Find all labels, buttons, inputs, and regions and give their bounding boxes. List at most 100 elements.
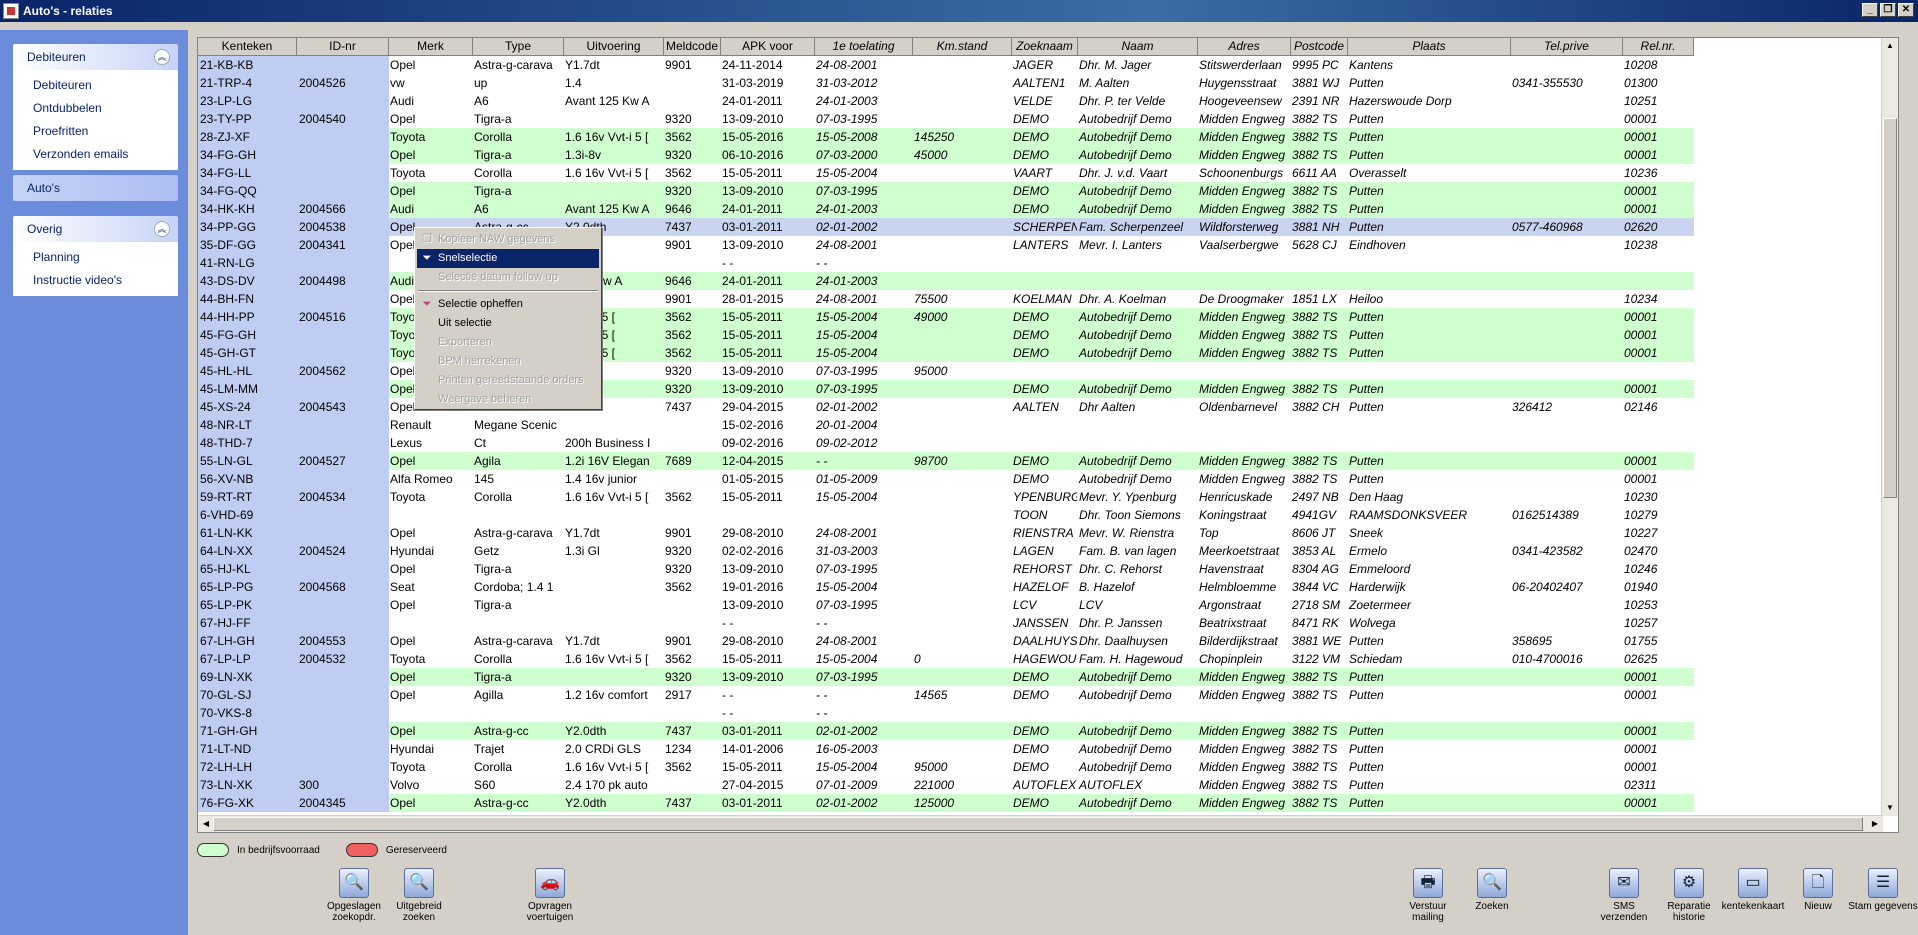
table-cell[interactable]: Y1.7dt [564, 56, 664, 74]
table-cell[interactable]: LANTERS [1012, 236, 1078, 254]
table-cell[interactable]: 3562 [664, 758, 721, 776]
table-cell[interactable] [913, 488, 1012, 506]
table-cell[interactable]: Opel [389, 452, 473, 470]
table-cell[interactable]: 2.0 CRDi GLS [564, 740, 664, 758]
table-cell[interactable]: Megane Scenic [473, 416, 564, 434]
table-cell[interactable]: 15-05-2004 [815, 164, 913, 182]
table-cell[interactable] [1511, 560, 1623, 578]
table-cell[interactable] [297, 344, 389, 362]
table-cell[interactable]: Putten [1348, 722, 1511, 740]
table-cell[interactable]: 8606 JT [1291, 524, 1348, 542]
table-cell[interactable] [1511, 236, 1623, 254]
table-cell[interactable]: Putten [1348, 128, 1511, 146]
table-cell[interactable]: Schoonenburgs [1198, 164, 1291, 182]
table-cell[interactable]: Dhr. P. Janssen [1078, 614, 1198, 632]
table-cell[interactable]: 45-XS-24 [198, 398, 297, 416]
printer-icon[interactable]: 🖶 [1413, 868, 1443, 898]
table-cell[interactable] [1348, 254, 1511, 272]
table-cell[interactable]: 00001 [1623, 326, 1694, 344]
table-cell[interactable]: 71-GH-GH [198, 722, 297, 740]
table-cell[interactable]: 1.2i 16V Elegan [564, 452, 664, 470]
table-cell[interactable] [1623, 254, 1694, 272]
table-cell[interactable]: 3882 TS [1291, 740, 1348, 758]
table-cell[interactable]: 2004562 [297, 362, 389, 380]
table-cell[interactable] [1348, 362, 1511, 380]
table-cell[interactable]: 64-LN-XX [198, 542, 297, 560]
table-cell[interactable]: 13-09-2010 [721, 668, 815, 686]
table-cell[interactable]: Dhr. C. Rehorst [1078, 560, 1198, 578]
table-cell[interactable] [1511, 146, 1623, 164]
table-cell[interactable]: Putten [1348, 308, 1511, 326]
table-cell[interactable]: - - [815, 452, 913, 470]
table-cell[interactable] [1511, 92, 1623, 110]
table-cell[interactable]: 45-LM-MM [198, 380, 297, 398]
table-cell[interactable]: Overasselt [1348, 164, 1511, 182]
table-cell[interactable]: Kantens [1348, 56, 1511, 74]
table-cell[interactable]: 00001 [1623, 452, 1694, 470]
table-cell[interactable]: Agila [473, 452, 564, 470]
table-cell[interactable]: Top [1198, 524, 1291, 542]
table-cell[interactable]: Astra-g-cc [473, 722, 564, 740]
table-cell[interactable] [297, 668, 389, 686]
table-cell[interactable]: 13-09-2010 [721, 362, 815, 380]
table-cell[interactable]: Heiloo [1348, 290, 1511, 308]
table-cell[interactable]: 3882 TS [1291, 128, 1348, 146]
table-cell[interactable]: 0 [913, 650, 1012, 668]
table-cell[interactable] [913, 254, 1012, 272]
table-cell[interactable] [1348, 434, 1511, 452]
table-cell[interactable]: 13-09-2010 [721, 236, 815, 254]
table-cell[interactable]: Huygensstraat [1198, 74, 1291, 92]
table-cell[interactable]: 24-11-2014 [721, 56, 815, 74]
table-cell[interactable]: LCV [1012, 596, 1078, 614]
table-cell[interactable]: DEMO [1012, 470, 1078, 488]
table-cell[interactable]: Meerkoetstraat [1198, 542, 1291, 560]
table-cell[interactable]: Ct [473, 434, 564, 452]
table-cell[interactable]: 24-08-2001 [815, 56, 913, 74]
table-cell[interactable] [1198, 362, 1291, 380]
table-cell[interactable]: 07-03-1995 [815, 668, 913, 686]
table-cell[interactable]: 20-01-2004 [815, 416, 913, 434]
table-cell[interactable]: 0162514389 [1511, 506, 1623, 524]
table-cell[interactable]: 1.6 16v Vvt-i 5 [ [564, 488, 664, 506]
table-cell[interactable]: Autobedrijf Demo [1078, 686, 1198, 704]
table-cell[interactable]: 95000 [913, 362, 1012, 380]
table-cell[interactable]: 1.3i-8v [564, 146, 664, 164]
table-cell[interactable]: 3882 TS [1291, 308, 1348, 326]
table-cell[interactable]: 67-LH-GH [198, 632, 297, 650]
table-cell[interactable]: 24-01-2003 [815, 272, 913, 290]
table-cell[interactable]: 02-01-2002 [815, 398, 913, 416]
table-cell[interactable]: Astra-g-carava [473, 632, 564, 650]
table-cell[interactable]: vw [389, 74, 473, 92]
table-cell[interactable] [1348, 704, 1511, 722]
table-row[interactable]: 65-LP-PG 2004568 Seat Cordoba; 1.4 1 3562 19-… [198, 578, 1883, 596]
table-cell[interactable]: 00001 [1623, 722, 1694, 740]
table-cell[interactable] [1291, 434, 1348, 452]
table-cell[interactable]: 9320 [664, 380, 721, 398]
table-cell[interactable]: Fam. H. Hagewoud [1078, 650, 1198, 668]
table-cell[interactable]: Opel [389, 146, 473, 164]
table-cell[interactable]: 34-FG-QQ [198, 182, 297, 200]
table-row[interactable]: 61-LN-KK Opel Astra-g-carava Y1.7dt 9901 29-0… [198, 524, 1883, 542]
table-cell[interactable]: Hazerswoude Dorp [1348, 92, 1511, 110]
table-cell[interactable]: Renault [389, 416, 473, 434]
table-cell[interactable]: Dhr. A. Koelman [1078, 290, 1198, 308]
table-cell[interactable]: Seat [389, 578, 473, 596]
table-cell[interactable] [1078, 362, 1198, 380]
table-cell[interactable] [913, 218, 1012, 236]
table-cell[interactable]: Sneek [1348, 524, 1511, 542]
table-cell[interactable] [913, 704, 1012, 722]
table-cell[interactable] [564, 506, 664, 524]
table-cell[interactable] [1623, 434, 1694, 452]
scroll-left-icon[interactable]: ◀ [199, 817, 213, 831]
table-cell[interactable]: - - [721, 254, 815, 272]
table-cell[interactable]: Hyundai [389, 542, 473, 560]
table-cell[interactable] [1511, 794, 1623, 812]
table-cell[interactable]: 2004516 [297, 308, 389, 326]
table-cell[interactable] [1511, 524, 1623, 542]
table-cell[interactable]: 3562 [664, 164, 721, 182]
table-cell[interactable] [1291, 416, 1348, 434]
table-cell[interactable]: DEMO [1012, 686, 1078, 704]
table-cell[interactable]: Autobedrijf Demo [1078, 200, 1198, 218]
table-cell[interactable] [1511, 740, 1623, 758]
table-cell[interactable]: DEMO [1012, 326, 1078, 344]
